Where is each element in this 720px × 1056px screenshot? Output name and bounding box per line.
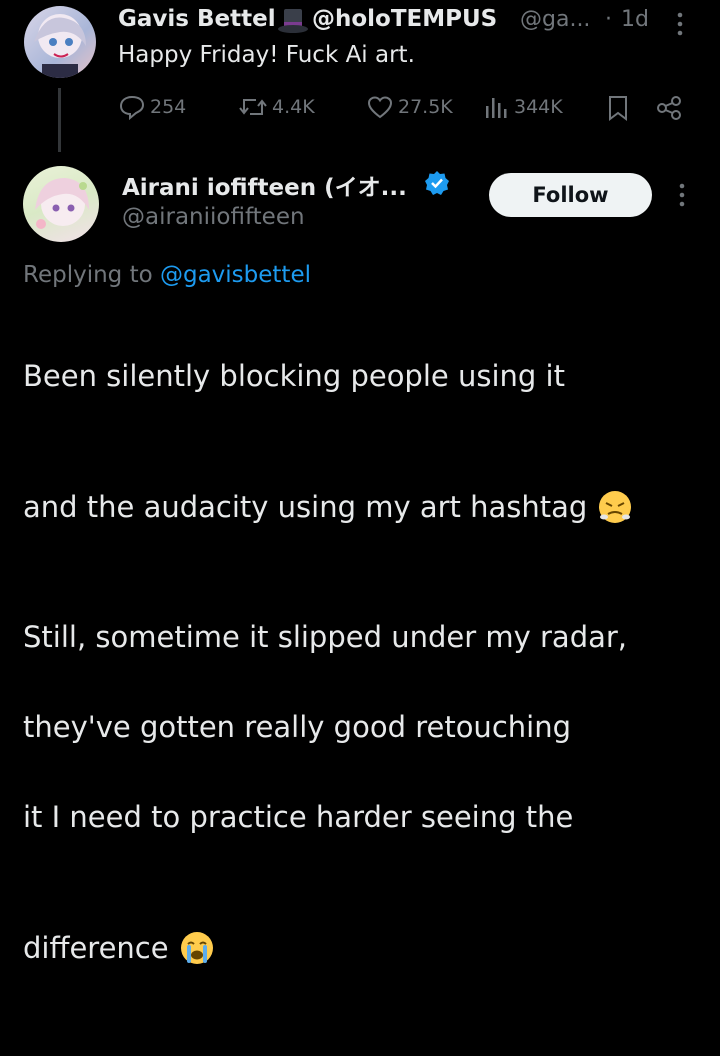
tweet-line: they've gotten really good retouching bbox=[23, 710, 571, 744]
reply-handle[interactable]: @airaniiofifteen bbox=[122, 204, 305, 230]
bookmark-icon[interactable] bbox=[607, 95, 629, 121]
views-bar-chart-icon bbox=[486, 98, 507, 118]
huffing-face-emoji-icon bbox=[597, 444, 633, 570]
avatar-art bbox=[35, 178, 89, 229]
share-icon[interactable] bbox=[655, 95, 683, 121]
parent-timestamp[interactable]: 1d bbox=[621, 7, 649, 32]
reply-count: 254 bbox=[150, 96, 187, 118]
reply-tweet-text: Been silently blocking people using it a… bbox=[23, 309, 713, 1056]
verified-badge-icon bbox=[424, 170, 450, 196]
tweet-line: difference bbox=[23, 930, 169, 965]
loudly-crying-face-emoji-icon bbox=[179, 885, 215, 1011]
heart-icon bbox=[367, 96, 393, 119]
avatar[interactable] bbox=[24, 6, 96, 78]
views-button[interactable]: 344K bbox=[484, 94, 563, 120]
replying-to-line: Replying to @gavisbettel bbox=[23, 262, 311, 288]
parent-name-suffix[interactable]: @holoTEMPUS bbox=[312, 6, 497, 32]
parent-tweet-text: Happy Friday! Fuck Ai art. bbox=[118, 42, 415, 68]
more-options-icon[interactable] bbox=[674, 181, 690, 209]
time-separator: · bbox=[605, 7, 612, 32]
avatar[interactable] bbox=[23, 166, 99, 242]
tweet-line: Still, sometime it slipped under my rada… bbox=[23, 620, 628, 654]
retweet-icon bbox=[239, 99, 267, 115]
retweet-button[interactable]: 4.4K bbox=[238, 94, 315, 120]
tweet-line: and the audacity using my art hashtag bbox=[23, 489, 588, 524]
replying-to-prefix: Replying to bbox=[23, 262, 153, 288]
parent-display-name[interactable]: Gavis Bettel bbox=[118, 6, 276, 32]
like-button[interactable]: 27.5K bbox=[366, 94, 453, 120]
top-hat-emoji-icon bbox=[277, 7, 309, 37]
reply-icon bbox=[119, 95, 145, 120]
follow-button[interactable]: Follow bbox=[489, 173, 652, 217]
like-count: 27.5K bbox=[398, 96, 453, 118]
tweet-line: Been silently blocking people using it bbox=[23, 359, 565, 393]
more-options-icon[interactable] bbox=[672, 10, 688, 38]
avatar-art bbox=[34, 14, 86, 78]
thread-line bbox=[58, 88, 61, 152]
tweet-line: it I need to practice harder seeing the bbox=[23, 800, 574, 834]
reply-button[interactable]: 254 bbox=[118, 94, 186, 120]
reply-display-name[interactable]: Airani iofifteen (イオ... bbox=[122, 168, 407, 202]
parent-handle[interactable]: @ga... bbox=[520, 7, 590, 32]
views-count: 344K bbox=[514, 96, 563, 118]
retweet-count: 4.4K bbox=[272, 96, 315, 118]
replying-to-handle-link[interactable]: @gavisbettel bbox=[160, 262, 311, 288]
